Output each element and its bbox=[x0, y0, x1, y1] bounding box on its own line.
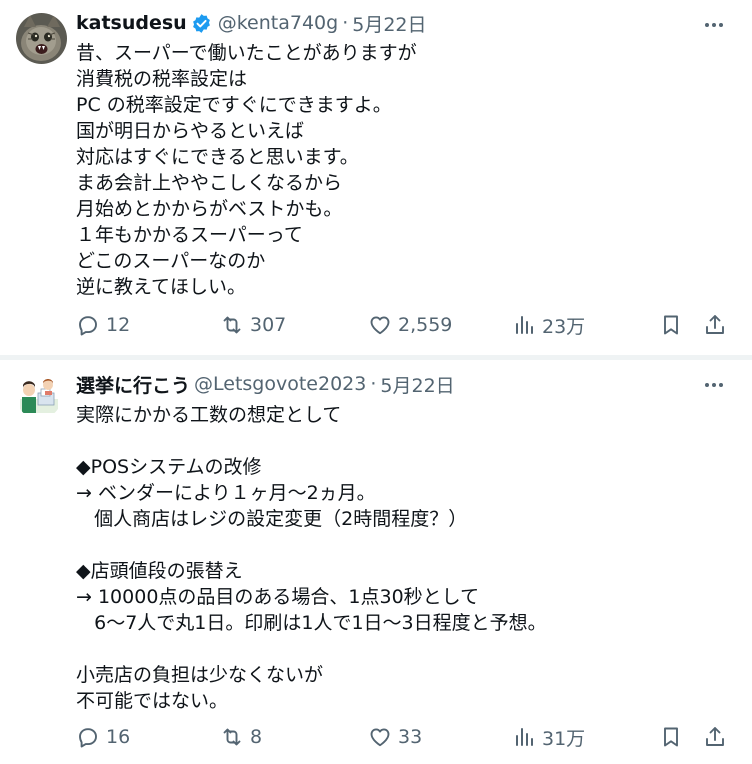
heart-icon bbox=[370, 316, 390, 335]
reply-icon bbox=[79, 316, 97, 336]
views-button[interactable]: 23万 bbox=[512, 310, 585, 340]
bookmark-button[interactable] bbox=[659, 722, 683, 752]
post-text: 実際にかかる工数の想定として ◆POSシステムの改修 → ベンダーにより１ヶ月〜… bbox=[76, 404, 547, 712]
views-chart-icon bbox=[516, 316, 533, 334]
like-count: 2,559 bbox=[398, 314, 453, 336]
reply-count: 12 bbox=[106, 314, 131, 336]
bookmark-icon bbox=[664, 727, 678, 747]
author-name[interactable]: 選挙に行こう bbox=[76, 371, 190, 398]
bookmark-button[interactable] bbox=[659, 310, 683, 340]
reply-button[interactable]: 16 bbox=[76, 722, 130, 752]
repost-button[interactable]: 307 bbox=[220, 310, 286, 340]
separator-dot: · bbox=[370, 373, 377, 395]
post-katsudesu[interactable]: katsudesu @kenta740g · 5月22日 昔、スーパーで働いたこ… bbox=[0, 0, 752, 355]
more-options-icon[interactable] bbox=[700, 374, 728, 396]
share-button[interactable] bbox=[703, 310, 727, 340]
author-handle[interactable]: @Letsgovote2023 bbox=[194, 373, 366, 395]
author-handle[interactable]: @kenta740g bbox=[218, 12, 338, 34]
reply-icon bbox=[79, 728, 97, 748]
share-icon bbox=[706, 727, 724, 746]
cat-avatar-icon[interactable] bbox=[16, 13, 67, 64]
repost-icon bbox=[223, 316, 241, 334]
post-header: katsudesu @kenta740g · 5月22日 bbox=[76, 10, 427, 36]
verified-badge-icon bbox=[191, 13, 212, 34]
views-count: 23万 bbox=[542, 315, 586, 338]
heart-icon bbox=[370, 728, 390, 747]
separator-dot: · bbox=[342, 12, 349, 34]
like-count: 33 bbox=[398, 726, 423, 748]
repost-button[interactable]: 8 bbox=[220, 722, 262, 752]
repost-count: 307 bbox=[250, 314, 287, 336]
post-date[interactable]: 5月22日 bbox=[380, 371, 454, 398]
post-actions: 12 307 2,559 23万 bbox=[76, 310, 736, 340]
post-header: 選挙に行こう @Letsgovote2023 · 5月22日 bbox=[76, 371, 455, 397]
repost-icon bbox=[223, 728, 241, 746]
bookmark-icon bbox=[664, 315, 678, 335]
post-actions: 16 8 33 31万 bbox=[76, 722, 736, 752]
like-button[interactable]: 33 bbox=[368, 722, 422, 752]
views-button[interactable]: 31万 bbox=[512, 722, 585, 752]
author-name[interactable]: katsudesu bbox=[76, 12, 187, 34]
share-icon bbox=[706, 315, 724, 334]
voting-illustration-avatar-icon[interactable] bbox=[16, 373, 62, 419]
post-date[interactable]: 5月22日 bbox=[352, 10, 426, 37]
reply-button[interactable]: 12 bbox=[76, 310, 130, 340]
more-options-icon[interactable] bbox=[700, 14, 728, 36]
post-letsgovote[interactable]: 選挙に行こう @Letsgovote2023 · 5月22日 実際にかかる工数の… bbox=[0, 360, 752, 764]
post-text: 昔、スーパーで働いたことがありますが 消費税の税率設定は PC の税率設定ですぐ… bbox=[76, 42, 417, 298]
repost-count: 8 bbox=[250, 726, 263, 748]
share-button[interactable] bbox=[703, 722, 727, 752]
like-button[interactable]: 2,559 bbox=[368, 310, 452, 340]
reply-count: 16 bbox=[106, 726, 131, 748]
views-count: 31万 bbox=[542, 727, 586, 750]
views-chart-icon bbox=[516, 728, 533, 746]
